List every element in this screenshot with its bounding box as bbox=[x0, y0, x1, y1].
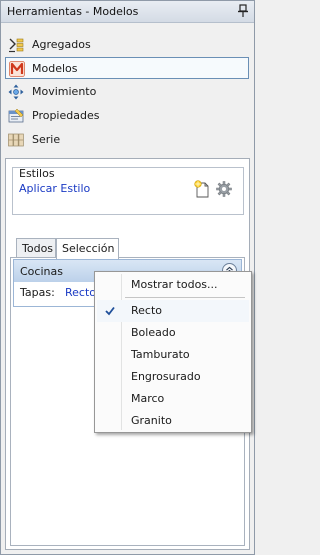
field-label-tapas: Tapas: bbox=[20, 286, 55, 299]
properties-icon bbox=[8, 108, 24, 123]
title-bar: Herramientas - Modelos bbox=[1, 1, 254, 23]
section-title: Cocinas bbox=[20, 265, 63, 278]
nav-item-serie[interactable]: Serie bbox=[5, 129, 249, 151]
move-icon bbox=[8, 84, 24, 100]
menu-item-marco[interactable]: Marco bbox=[97, 388, 249, 410]
styles-group-title: Estilos bbox=[19, 167, 55, 180]
nav-item-movimiento[interactable]: Movimiento bbox=[5, 81, 249, 103]
panel-title: Herramientas - Modelos bbox=[7, 5, 139, 18]
nav-item-label: Serie bbox=[32, 133, 61, 146]
nav-item-label: Agregados bbox=[32, 38, 91, 51]
series-icon bbox=[8, 133, 24, 147]
nav-item-agregados[interactable]: Agregados bbox=[5, 34, 249, 56]
menu-separator bbox=[125, 297, 245, 298]
nav-item-label: Movimiento bbox=[32, 85, 97, 98]
menu-item-recto[interactable]: Recto bbox=[97, 300, 249, 322]
nav-item-label: Propiedades bbox=[32, 109, 100, 122]
menu-item-label: Recto bbox=[131, 304, 163, 317]
aggregate-icon bbox=[9, 38, 24, 53]
menu-item-label: Engrosurado bbox=[131, 370, 201, 383]
context-menu: Mostrar todos... Recto Boleado Tamburato… bbox=[94, 271, 252, 433]
models-icon bbox=[9, 61, 25, 77]
tab-label: Selección bbox=[62, 242, 115, 255]
menu-item-label: Mostrar todos... bbox=[131, 278, 218, 291]
menu-item-engrosurado[interactable]: Engrosurado bbox=[97, 366, 249, 388]
menu-item-tamburato[interactable]: Tamburato bbox=[97, 344, 249, 366]
menu-item-boleado[interactable]: Boleado bbox=[97, 322, 249, 344]
styles-group: Estilos Aplicar Estilo bbox=[12, 167, 244, 215]
tab-todos[interactable]: Todos bbox=[16, 238, 56, 258]
field-value-tapas[interactable]: Recto bbox=[65, 286, 96, 299]
apply-style-link[interactable]: Aplicar Estilo bbox=[19, 182, 90, 195]
menu-item-label: Granito bbox=[131, 414, 172, 427]
nav-item-propiedades[interactable]: Propiedades bbox=[5, 105, 249, 127]
checkmark-icon bbox=[105, 306, 115, 316]
tab-label: Todos bbox=[22, 242, 54, 255]
menu-item-show-all[interactable]: Mostrar todos... bbox=[97, 274, 249, 296]
nav-item-modelos[interactable]: Modelos bbox=[5, 57, 249, 79]
gear-icon[interactable] bbox=[216, 181, 232, 197]
nav-item-label: Modelos bbox=[32, 62, 78, 75]
menu-item-label: Boleado bbox=[131, 326, 176, 339]
new-style-icon[interactable] bbox=[194, 180, 210, 198]
tab-seleccion[interactable]: Selección bbox=[56, 238, 119, 259]
menu-item-granito[interactable]: Granito bbox=[97, 410, 249, 432]
pin-icon[interactable] bbox=[238, 4, 248, 18]
menu-item-label: Marco bbox=[131, 392, 165, 405]
menu-item-label: Tamburato bbox=[131, 348, 190, 361]
tab-strip: Todos Selección bbox=[6, 238, 249, 259]
